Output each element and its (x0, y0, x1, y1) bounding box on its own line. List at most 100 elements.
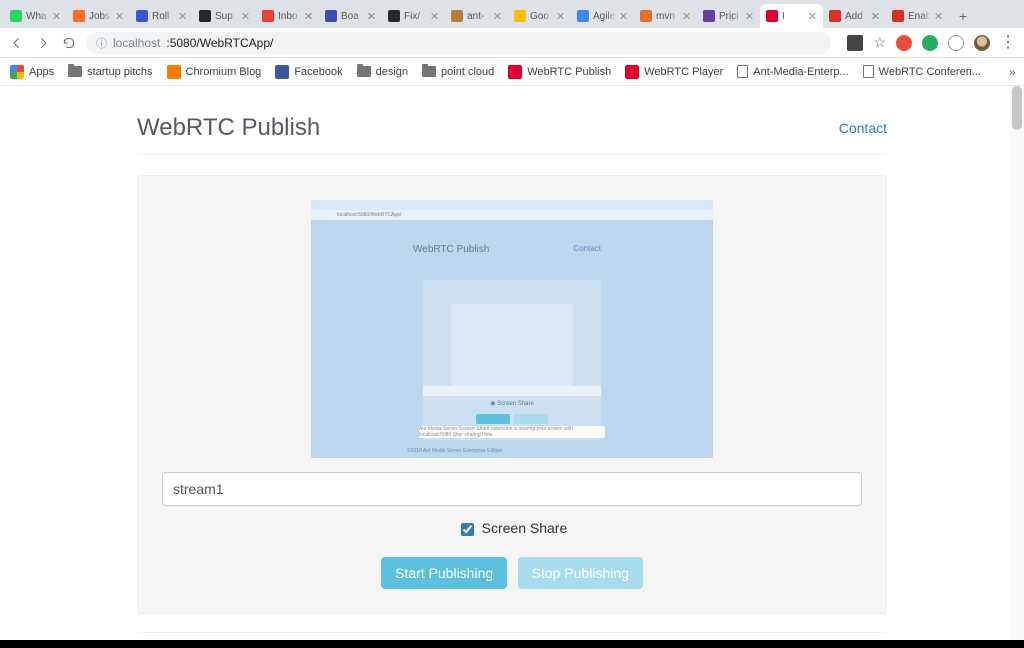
tab-favicon (766, 10, 778, 22)
divider (137, 632, 887, 633)
ext-icon-1[interactable] (896, 35, 912, 51)
url-host: localhost (113, 36, 160, 50)
bookmark-item[interactable]: point cloud (422, 66, 494, 78)
tab-favicon (10, 10, 22, 22)
start-publishing-button[interactable]: Start Publishing (381, 557, 507, 589)
close-icon[interactable] (179, 12, 187, 20)
bookmark-item[interactable]: Chromium Blog (167, 65, 262, 79)
bookmark-item[interactable]: Facebook (275, 65, 342, 79)
browser-tab[interactable]: mvn (634, 4, 697, 28)
tab-title: Sup (215, 11, 238, 22)
bookmark-item[interactable]: design (357, 66, 408, 78)
tab-title: Boa (341, 11, 364, 22)
close-icon[interactable] (683, 12, 691, 20)
publish-panel: localhost:5080/WebRTCApp/ ◉ Screen Share… (137, 175, 887, 614)
tab-title: Jobs (89, 11, 112, 22)
bookmark-item[interactable]: startup pitchs (68, 66, 152, 78)
close-icon[interactable] (557, 12, 565, 20)
site-info-icon[interactable]: ⓘ (96, 35, 107, 51)
close-icon[interactable] (620, 12, 628, 20)
forward-icon[interactable] (34, 34, 52, 52)
bookmark-label: WebRTC Conferen... (879, 66, 981, 78)
browser-tab[interactable]: Sup (193, 4, 256, 28)
bookmark-label: Ant-Media-Enterp... (753, 66, 848, 78)
browser-tab[interactable]: Jobs (67, 4, 130, 28)
divider (137, 154, 887, 155)
tab-title: Roll (152, 11, 175, 22)
close-icon[interactable] (431, 12, 439, 20)
browser-tab[interactable]: Fix/ (382, 4, 445, 28)
browser-tab[interactable]: Add (823, 4, 886, 28)
cast-icon[interactable] (847, 35, 863, 51)
bookmark-label: WebRTC Player (644, 66, 723, 78)
bookmark-overflow-button[interactable]: » (1009, 65, 1016, 79)
tab-title: Prici (719, 11, 742, 22)
scrollbar[interactable] (1010, 86, 1024, 640)
stop-publishing-button[interactable]: Stop Publishing (518, 557, 643, 589)
close-icon[interactable] (368, 12, 376, 20)
browser-tab[interactable]: Inbo (256, 4, 319, 28)
close-icon[interactable] (116, 12, 124, 20)
bookmark-label: WebRTC Publish (527, 66, 611, 78)
angular-icon (625, 65, 639, 79)
close-icon[interactable] (746, 12, 754, 20)
browser-tab[interactable]: Boa (319, 4, 382, 28)
tab-favicon (388, 10, 400, 22)
address-bar[interactable]: ⓘ localhost :5080/WebRTCApp/ (86, 32, 831, 54)
url-path: :5080/WebRTCApp/ (166, 36, 273, 50)
bookmark-label: Facebook (294, 66, 342, 78)
page-icon (863, 65, 874, 78)
angular-icon (508, 65, 522, 79)
close-icon[interactable] (53, 12, 61, 20)
browser-tab[interactable]: Enab (886, 4, 949, 28)
close-icon[interactable] (935, 12, 943, 20)
back-icon[interactable] (8, 34, 26, 52)
star-icon[interactable]: ☆ (873, 34, 886, 51)
folder-icon (68, 66, 82, 77)
bookmark-label: Apps (29, 66, 54, 78)
close-icon[interactable] (872, 12, 880, 20)
tab-favicon (199, 10, 211, 22)
browser-tab[interactable]: I (760, 4, 823, 28)
contact-link[interactable]: Contact (839, 120, 887, 136)
close-icon[interactable] (809, 12, 817, 20)
new-tab-button[interactable]: + (953, 6, 973, 26)
bookmark-label: Chromium Blog (186, 66, 262, 78)
scrollbar-thumb[interactable] (1012, 86, 1022, 130)
browser-tab[interactable]: Roll (130, 4, 193, 28)
avatar-icon[interactable] (974, 35, 990, 51)
tab-title: Inbo (278, 11, 301, 22)
close-icon[interactable] (305, 12, 313, 20)
bookmark-item[interactable]: WebRTC Player (625, 65, 723, 79)
tab-favicon (577, 10, 589, 22)
ext-icon-2[interactable] (922, 35, 938, 51)
browser-tab[interactable]: Prici (697, 4, 760, 28)
browser-tab[interactable]: ant- (445, 4, 508, 28)
browser-toolbar: ⓘ localhost :5080/WebRTCApp/ ☆ ⋮ (0, 28, 1024, 58)
preview-share-label: ◉ Screen Share (490, 400, 534, 407)
bookmark-label: point cloud (441, 66, 494, 78)
stream-name-input[interactable] (162, 472, 862, 506)
bookmark-item[interactable]: WebRTC Conferen... (863, 65, 981, 78)
tab-favicon (514, 10, 526, 22)
bookmark-item[interactable]: Apps (10, 65, 54, 79)
tab-title: Agile (593, 11, 616, 22)
bookmark-item[interactable]: WebRTC Publish (508, 65, 611, 79)
screen-share-label: Screen Share (482, 520, 568, 536)
bookmark-item[interactable]: Ant-Media-Enterp... (737, 65, 848, 78)
screen-share-checkbox[interactable] (461, 523, 474, 536)
browser-tab[interactable]: Goo (508, 4, 571, 28)
tab-title: Goo (530, 11, 553, 22)
tab-favicon (892, 10, 904, 22)
ext-icon-3[interactable] (948, 35, 964, 51)
reload-icon[interactable] (60, 34, 78, 52)
menu-icon[interactable]: ⋮ (1000, 35, 1016, 51)
tab-favicon (325, 10, 337, 22)
tab-favicon (262, 10, 274, 22)
close-icon[interactable] (242, 12, 250, 20)
close-icon[interactable] (494, 12, 502, 20)
browser-tab[interactable]: Wha (4, 4, 67, 28)
preview-footer: ©2018 Ant Media Server Enterprise Editio… (407, 448, 502, 454)
tab-title: I (782, 11, 805, 22)
browser-tab[interactable]: Agile (571, 4, 634, 28)
